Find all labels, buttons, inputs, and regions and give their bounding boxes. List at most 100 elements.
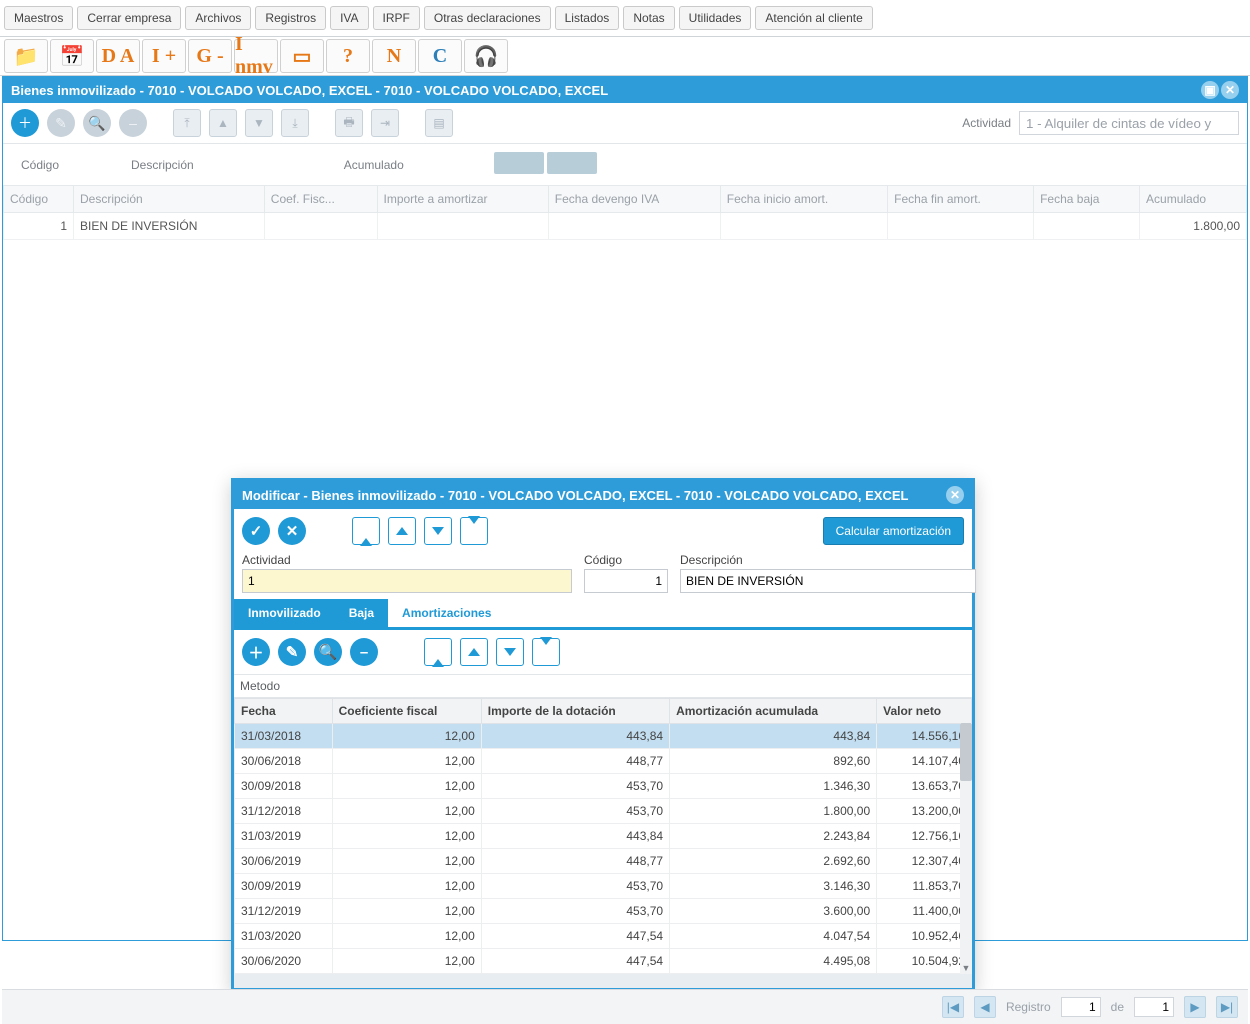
col-fecha-inicio-amort-[interactable]: Fecha inicio amort. — [720, 186, 887, 213]
col-fecha-fin-amort-[interactable]: Fecha fin amort. — [888, 186, 1034, 213]
amort-row[interactable]: 30/09/201812,00453,701.346,3013.653,70 — [235, 774, 972, 799]
window-title: Bienes inmovilizado - 7010 - VOLCADO VOL… — [11, 83, 608, 98]
toolbar-icon-9[interactable]: C — [418, 39, 462, 73]
pager-last-icon[interactable]: ▶| — [1216, 996, 1238, 1018]
go-last-icon[interactable] — [460, 517, 488, 545]
amort-row[interactable]: 31/12/201812,00453,701.800,0013.200,00 — [235, 799, 972, 824]
menu-otras-declaraciones[interactable]: Otras declaraciones — [424, 6, 551, 30]
tab-baja[interactable]: Baja — [335, 599, 388, 627]
menu-listados[interactable]: Listados — [555, 6, 620, 30]
toolbar-icon-2[interactable]: D A — [96, 39, 140, 73]
actividad-select[interactable] — [1019, 111, 1239, 135]
toolbar-icon-3[interactable]: I + — [142, 39, 186, 73]
menu-maestros[interactable]: Maestros — [4, 6, 73, 30]
menu-cerrar-empresa[interactable]: Cerrar empresa — [77, 6, 181, 30]
filter-apply-icon[interactable] — [494, 152, 544, 174]
menu-irpf[interactable]: IRPF — [373, 6, 420, 30]
menu-atención-al-cliente[interactable]: Atención al cliente — [755, 6, 872, 30]
toolbar-icon-7[interactable]: ? — [326, 39, 370, 73]
amort-search-button[interactable]: 🔍 — [314, 638, 342, 666]
cell-descripcion: BIEN DE INVERSIÓN — [74, 213, 265, 240]
amort-row[interactable]: 31/12/201912,00453,703.600,0011.400,00 — [235, 899, 972, 924]
confirm-button[interactable]: ✓ — [242, 517, 270, 545]
add-button[interactable]: ＋ — [11, 109, 39, 137]
amort-row[interactable]: 30/06/202012,00447,544.495,0810.504,92 — [235, 949, 972, 974]
go-next-icon[interactable] — [424, 517, 452, 545]
tab-inmovilizado[interactable]: Inmovilizado — [234, 599, 335, 627]
amort-add-button[interactable]: ＋ — [242, 638, 270, 666]
modal-close-icon[interactable]: ✕ — [946, 486, 964, 504]
amort-delete-button[interactable]: – — [350, 638, 378, 666]
metodo-label: Metodo — [234, 675, 972, 698]
table-row[interactable]: 1 BIEN DE INVERSIÓN 1.800,00 — [4, 213, 1247, 240]
amcol-4[interactable]: Valor neto — [877, 699, 972, 724]
toolbar-icon-1[interactable]: 📅 — [50, 39, 94, 73]
print-icon[interactable]: 🖶 — [335, 109, 363, 137]
menu-utilidades[interactable]: Utilidades — [679, 6, 752, 30]
toolbar-icon-5[interactable]: I nmv — [234, 39, 278, 73]
amort-prev-icon[interactable] — [460, 638, 488, 666]
toolbar-icon-8[interactable]: N — [372, 39, 416, 73]
pager-prev-icon[interactable]: ◀ — [974, 996, 996, 1018]
scroll-down-icon[interactable]: ▼ — [960, 962, 972, 974]
col-c-digo[interactable]: Código — [4, 186, 74, 213]
amort-row[interactable]: 30/06/201912,00448,772.692,6012.307,40 — [235, 849, 972, 874]
amcol-2[interactable]: Importe de la dotación — [481, 699, 669, 724]
amcol-0[interactable]: Fecha — [235, 699, 333, 724]
amcol-1[interactable]: Coeficiente fiscal — [332, 699, 481, 724]
amort-row[interactable]: 31/03/201812,00443,84443,8414.556,16 — [235, 724, 972, 749]
toolbar-icon-0[interactable]: 📁 — [4, 39, 48, 73]
main-menu: MaestrosCerrar empresaArchivosRegistrosI… — [0, 0, 1250, 37]
amort-row[interactable]: 31/03/202012,00447,544.047,5410.952,46 — [235, 924, 972, 949]
pager-first-icon[interactable]: |◀ — [942, 996, 964, 1018]
toolbar-icon-4[interactable]: G - — [188, 39, 232, 73]
descripcion-field[interactable] — [680, 569, 976, 593]
close-icon[interactable]: ✕ — [1221, 81, 1239, 99]
edit-button[interactable]: ✎ — [47, 109, 75, 137]
minimize-icon[interactable]: ▣ — [1201, 81, 1219, 99]
col-descripci-n[interactable]: Descripción — [74, 186, 265, 213]
go-prev-icon[interactable] — [388, 517, 416, 545]
col-fecha-devengo-iva[interactable]: Fecha devengo IVA — [548, 186, 720, 213]
next-icon[interactable]: ▼ — [245, 109, 273, 137]
first-icon[interactable]: ⤒ — [173, 109, 201, 137]
scrollbar-thumb[interactable] — [960, 723, 972, 781]
last-icon[interactable]: ⤓ — [281, 109, 309, 137]
layout-icon[interactable]: ▤ — [425, 109, 453, 137]
cancel-button[interactable]: ✕ — [278, 517, 306, 545]
pager-current[interactable] — [1061, 997, 1101, 1017]
amort-grid: FechaCoeficiente fiscalImporte de la dot… — [234, 698, 972, 974]
menu-iva[interactable]: IVA — [330, 6, 368, 30]
amort-row[interactable]: 31/03/201912,00443,842.243,8412.756,16 — [235, 824, 972, 849]
go-first-icon[interactable] — [352, 517, 380, 545]
search-button[interactable]: 🔍 — [83, 109, 111, 137]
cell-codigo: 1 — [4, 213, 74, 240]
menu-registros[interactable]: Registros — [255, 6, 326, 30]
prev-icon[interactable]: ▲ — [209, 109, 237, 137]
col-importe-a-amortizar[interactable]: Importe a amortizar — [377, 186, 548, 213]
amort-edit-button[interactable]: ✎ — [278, 638, 306, 666]
menu-notas[interactable]: Notas — [623, 6, 674, 30]
export-icon[interactable]: ⇥ — [371, 109, 399, 137]
codigo-field[interactable] — [584, 569, 668, 593]
amort-row[interactable]: 30/06/201812,00448,77892,6014.107,40 — [235, 749, 972, 774]
amort-next-icon[interactable] — [496, 638, 524, 666]
amort-first-icon[interactable] — [424, 638, 452, 666]
calculate-button[interactable]: Calcular amortización — [823, 517, 964, 545]
pager-next-icon[interactable]: ▶ — [1184, 996, 1206, 1018]
main-grid: CódigoDescripciónCoef. Fisc...Importe a … — [3, 185, 1247, 240]
filter-clear-icon[interactable] — [547, 152, 597, 174]
menu-archivos[interactable]: Archivos — [185, 6, 251, 30]
col-acumulado[interactable]: Acumulado — [1140, 186, 1247, 213]
amort-row[interactable]: 30/09/201912,00453,703.146,3011.853,70 — [235, 874, 972, 899]
col-fecha-baja[interactable]: Fecha baja — [1034, 186, 1140, 213]
amcol-3[interactable]: Amortización acumulada — [670, 699, 877, 724]
col-coef-fisc-[interactable]: Coef. Fisc... — [264, 186, 377, 213]
delete-button[interactable]: – — [119, 109, 147, 137]
actividad-field[interactable] — [242, 569, 572, 593]
toolbar-icon-6[interactable]: ▭ — [280, 39, 324, 73]
toolbar-icon-10[interactable]: 🎧 — [464, 39, 508, 73]
amort-last-icon[interactable] — [532, 638, 560, 666]
scrollbar[interactable]: ▼ — [960, 723, 972, 974]
tab-amortizaciones[interactable]: Amortizaciones — [388, 599, 505, 627]
